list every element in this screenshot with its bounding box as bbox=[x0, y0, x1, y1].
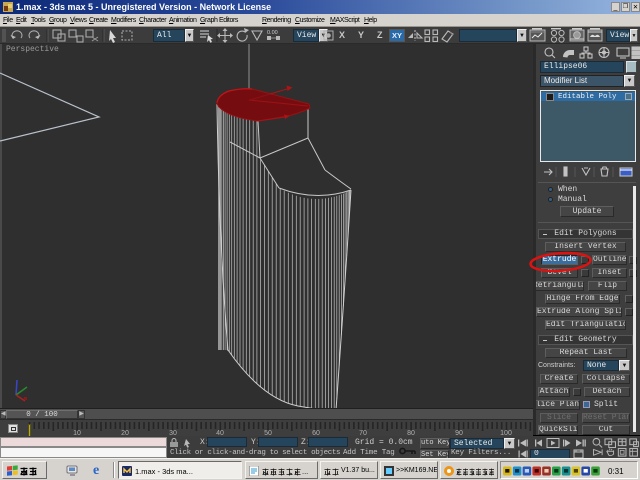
svg-text:0.00: 0.00 bbox=[267, 30, 278, 36]
